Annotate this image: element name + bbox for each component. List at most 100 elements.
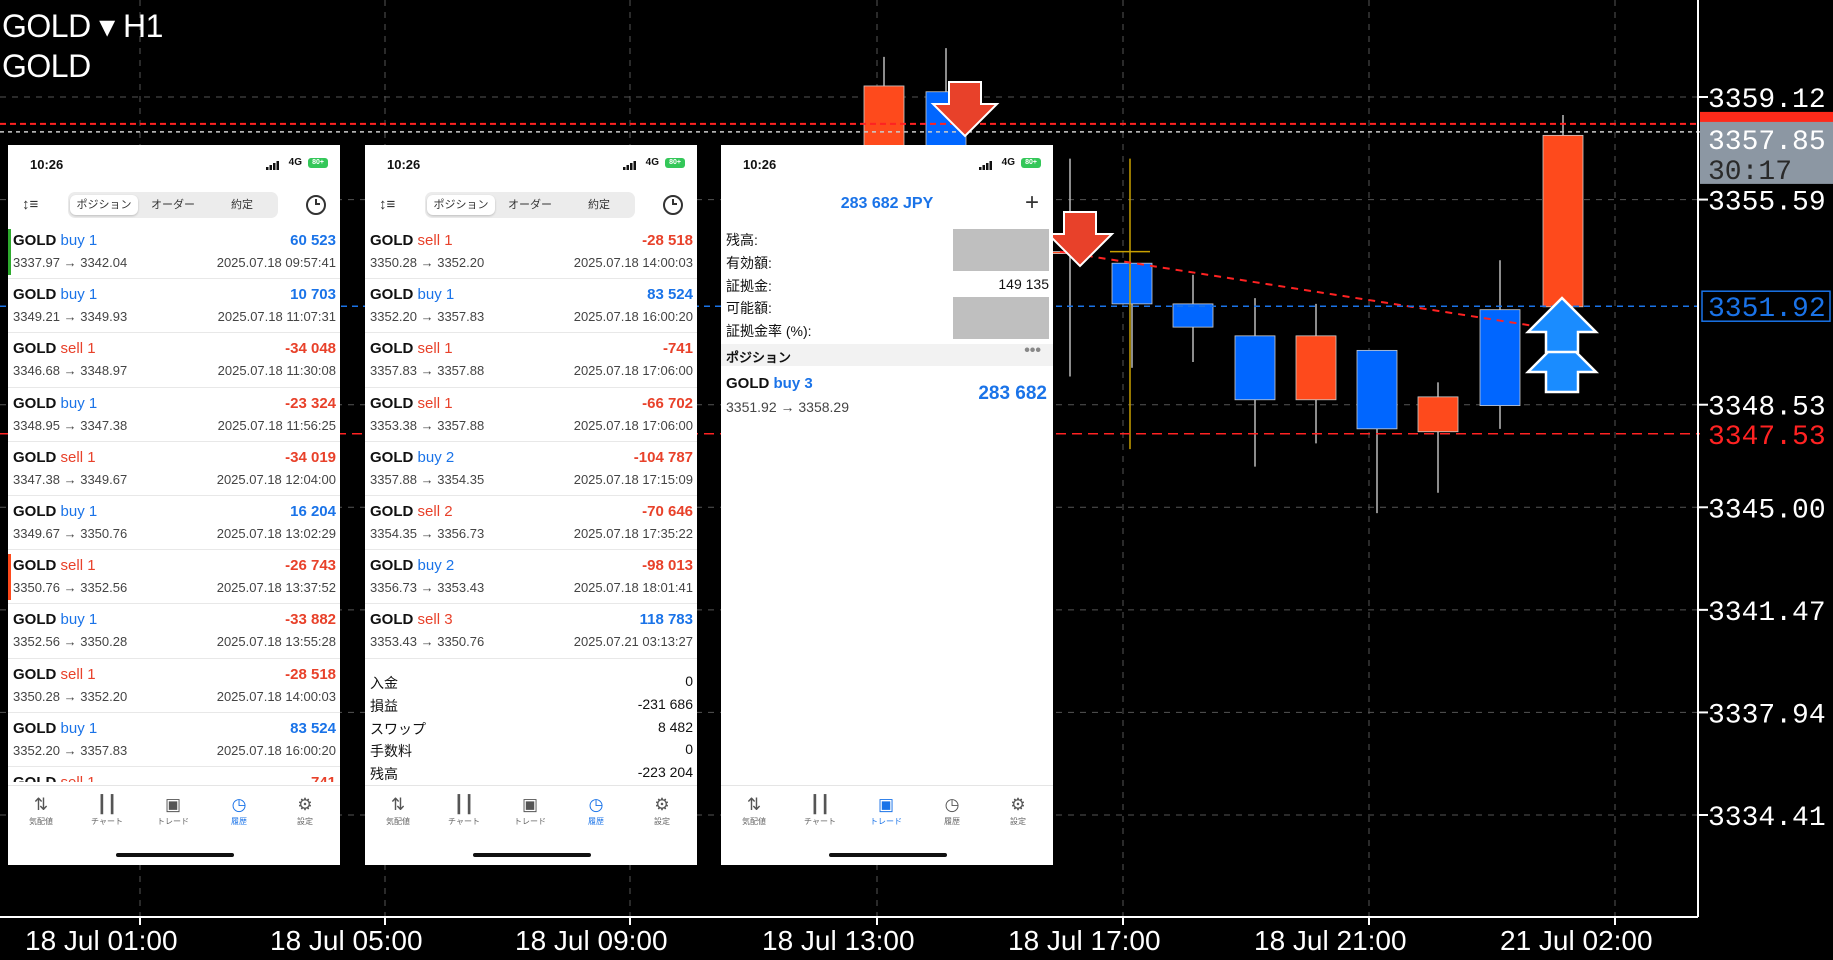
chart-symbol-timeframe[interactable]: GOLD ▾ H1 [2,6,163,46]
quotes-icon: ⇅ [746,795,762,814]
deal-row[interactable]: GOLD sell 1 3357.83 → 3357.88 -741 2025.07.… [365,333,697,388]
bar-countdown-label: 30:17 [1708,157,1792,188]
deal-symbol: GOLD sell 1 [370,340,453,358]
history-icon: ◷ [231,795,247,814]
deal-row[interactable]: GOLD buy 1 3348.95 → 3347.38 -23 324 2025.0… [8,388,340,442]
deal-symbol: GOLD buy 1 [13,611,98,629]
sort-icon[interactable]: ↕≡ [22,196,38,213]
bear-candle [1172,303,1214,328]
positions-section-header: ポジション ••• [721,342,1053,366]
deal-profit: -23 324 [285,394,336,412]
deal-list[interactable]: GOLD buy 1 3337.97 → 3342.04 60 523 2025.07… [8,225,340,782]
new-order-plus-icon[interactable]: + [1025,189,1039,217]
gear-icon: ⚙ [297,795,313,814]
tab-trade[interactable]: ▣ トレード [853,794,919,827]
history-icon: ◷ [588,795,604,814]
price-tick-label: 3345.00 [1708,495,1826,526]
period-clock-icon[interactable] [663,195,683,215]
deal-prices: 3350.76 → 3352.56 [13,580,128,596]
deal-profit: 16 204 [290,502,336,520]
deal-profit: -66 702 [642,394,693,412]
deal-row[interactable]: GOLD sell 3 3353.43 → 3350.76 118 783 2025.… [365,604,697,659]
time-tick-label: 18 Jul 17:00 [1008,925,1161,956]
tab-deals[interactable]: 約定 [208,195,276,215]
deal-profit: -26 743 [285,557,336,575]
deal-profit: 83 524 [647,286,693,304]
tab-deals[interactable]: 約定 [565,195,633,215]
tab-quotes[interactable]: ⇅ 気配値 [365,794,431,827]
time-tick-label: 18 Jul 13:00 [762,925,915,956]
summary-row: スワップ 8 482 [370,718,693,737]
deal-row[interactable]: GOLD sell 1 -741 [8,767,340,782]
tab-history[interactable]: ◷ 履歴 [206,794,272,827]
deal-row[interactable]: GOLD buy 1 3352.56 → 3350.28 -33 882 2025.0… [8,604,340,659]
deal-prices: 3353.38 → 3357.88 [370,417,485,433]
deal-row[interactable]: GOLD sell 2 3354.35 → 3356.73 -70 646 2025.… [365,496,697,551]
deal-prices: 3347.38 → 3349.67 [13,471,128,487]
deal-symbol: GOLD buy 2 [370,557,455,575]
tab-settings[interactable]: ⚙ 設定 [272,794,338,827]
deal-row[interactable]: GOLD buy 1 3349.67 → 3350.76 16 204 2025.07… [8,496,340,551]
deal-profit: 60 523 [290,232,336,249]
deal-profit: -104 787 [633,448,693,466]
position-profit: 283 682 [978,383,1047,404]
tab-positions[interactable]: ポジション [70,195,138,215]
deal-row[interactable]: GOLD buy 2 3356.73 → 3353.43 -98 013 2025.0… [365,550,697,605]
deal-time: 2025.07.18 14:00:03 [216,688,336,704]
sort-icon[interactable]: ↕≡ [379,196,395,213]
summary-row: 手数料 0 [370,741,693,760]
deal-row[interactable]: GOLD sell 1 3350.76 → 3352.56 -26 743 2025.… [8,550,340,605]
deal-edge-marker [8,229,11,275]
deal-symbol: GOLD buy 1 [13,719,98,737]
status-bar: 10:26 4G 80+ [8,145,340,183]
tab-history[interactable]: ◷ 履歴 [919,794,985,827]
tab-settings[interactable]: ⚙ 設定 [985,794,1051,827]
battery-icon: 80+ [1021,158,1041,168]
tab-chart[interactable]: ┃┃ チャート [787,794,853,827]
redacted-block [953,297,1049,339]
home-indicator [116,853,234,857]
tab-history[interactable]: ◷ 履歴 [563,794,629,827]
deal-row[interactable]: GOLD sell 1 3350.28 → 3352.20 -28 518 2025.… [8,659,340,713]
deal-row[interactable]: GOLD sell 1 3346.68 → 3348.97 -34 048 2025.… [8,333,340,388]
deal-prices: 3349.21 → 3349.93 [13,309,128,325]
tab-quotes[interactable]: ⇅ 気配値 [721,794,787,827]
deal-row[interactable]: GOLD sell 1 3347.38 → 3349.67 -34 019 2025.… [8,442,340,496]
tab-orders[interactable]: オーダー [496,195,564,215]
deal-time: 2025.07.18 13:55:28 [216,634,336,650]
bear-candle [1356,349,1398,430]
more-dots-icon[interactable]: ••• [1024,342,1041,360]
deal-profit: -98 013 [642,557,693,575]
period-clock-icon[interactable] [306,195,326,215]
tab-positions[interactable]: ポジション [427,195,495,215]
tab-chart[interactable]: ┃┃ チャート [74,794,140,827]
deal-symbol: GOLD buy 1 [13,232,98,249]
position-symbol: GOLD buy 3 [726,375,813,392]
deal-row[interactable]: GOLD buy 1 3352.20 → 3357.83 83 524 2025.07… [8,713,340,767]
deal-profit: 118 783 [639,611,693,629]
deal-symbol: GOLD sell 1 [13,774,96,782]
tab-orders[interactable]: オーダー [139,195,207,215]
tab-settings[interactable]: ⚙ 設定 [629,794,695,827]
deal-symbol: GOLD sell 1 [370,394,453,412]
battery-icon: 80+ [665,158,685,168]
tab-quotes[interactable]: ⇅ 気配値 [8,794,74,827]
deal-row[interactable]: GOLD buy 1 3352.20 → 3357.83 83 524 2025.07… [365,279,697,334]
tab-trade[interactable]: ▣ トレード [497,794,563,827]
deal-time: 2025.07.18 18:01:41 [573,580,693,596]
deal-row[interactable]: GOLD sell 1 3350.28 → 3352.20 -28 518 2025.… [365,225,697,280]
deal-time: 2025.07.18 11:30:08 [217,363,336,379]
deal-symbol: GOLD sell 3 [370,611,453,629]
deal-time: 2025.07.18 14:00:03 [573,255,693,270]
deal-row[interactable]: GOLD buy 1 3349.21 → 3349.93 10 703 2025.07… [8,279,340,334]
deal-prices: 3346.68 → 3348.97 [13,363,128,379]
tab-trade[interactable]: ▣ トレード [140,794,206,827]
deal-row[interactable]: GOLD buy 2 3357.88 → 3354.35 -104 787 2025.… [365,442,697,496]
tab-chart[interactable]: ┃┃ チャート [431,794,497,827]
entry-level-label: 3351.92 [1708,294,1826,325]
position-row[interactable]: GOLD buy 3 3351.92 → 3358.29 283 682 [721,371,1053,421]
deal-row[interactable]: GOLD buy 1 3337.97 → 3342.04 60 523 2025.07… [8,225,340,280]
deal-list[interactable]: GOLD sell 1 3350.28 → 3352.20 -28 518 2025.… [365,225,697,670]
deal-row[interactable]: GOLD sell 1 3353.38 → 3357.88 -66 702 2025.… [365,388,697,442]
price-tick-label: 3355.59 [1708,188,1826,219]
